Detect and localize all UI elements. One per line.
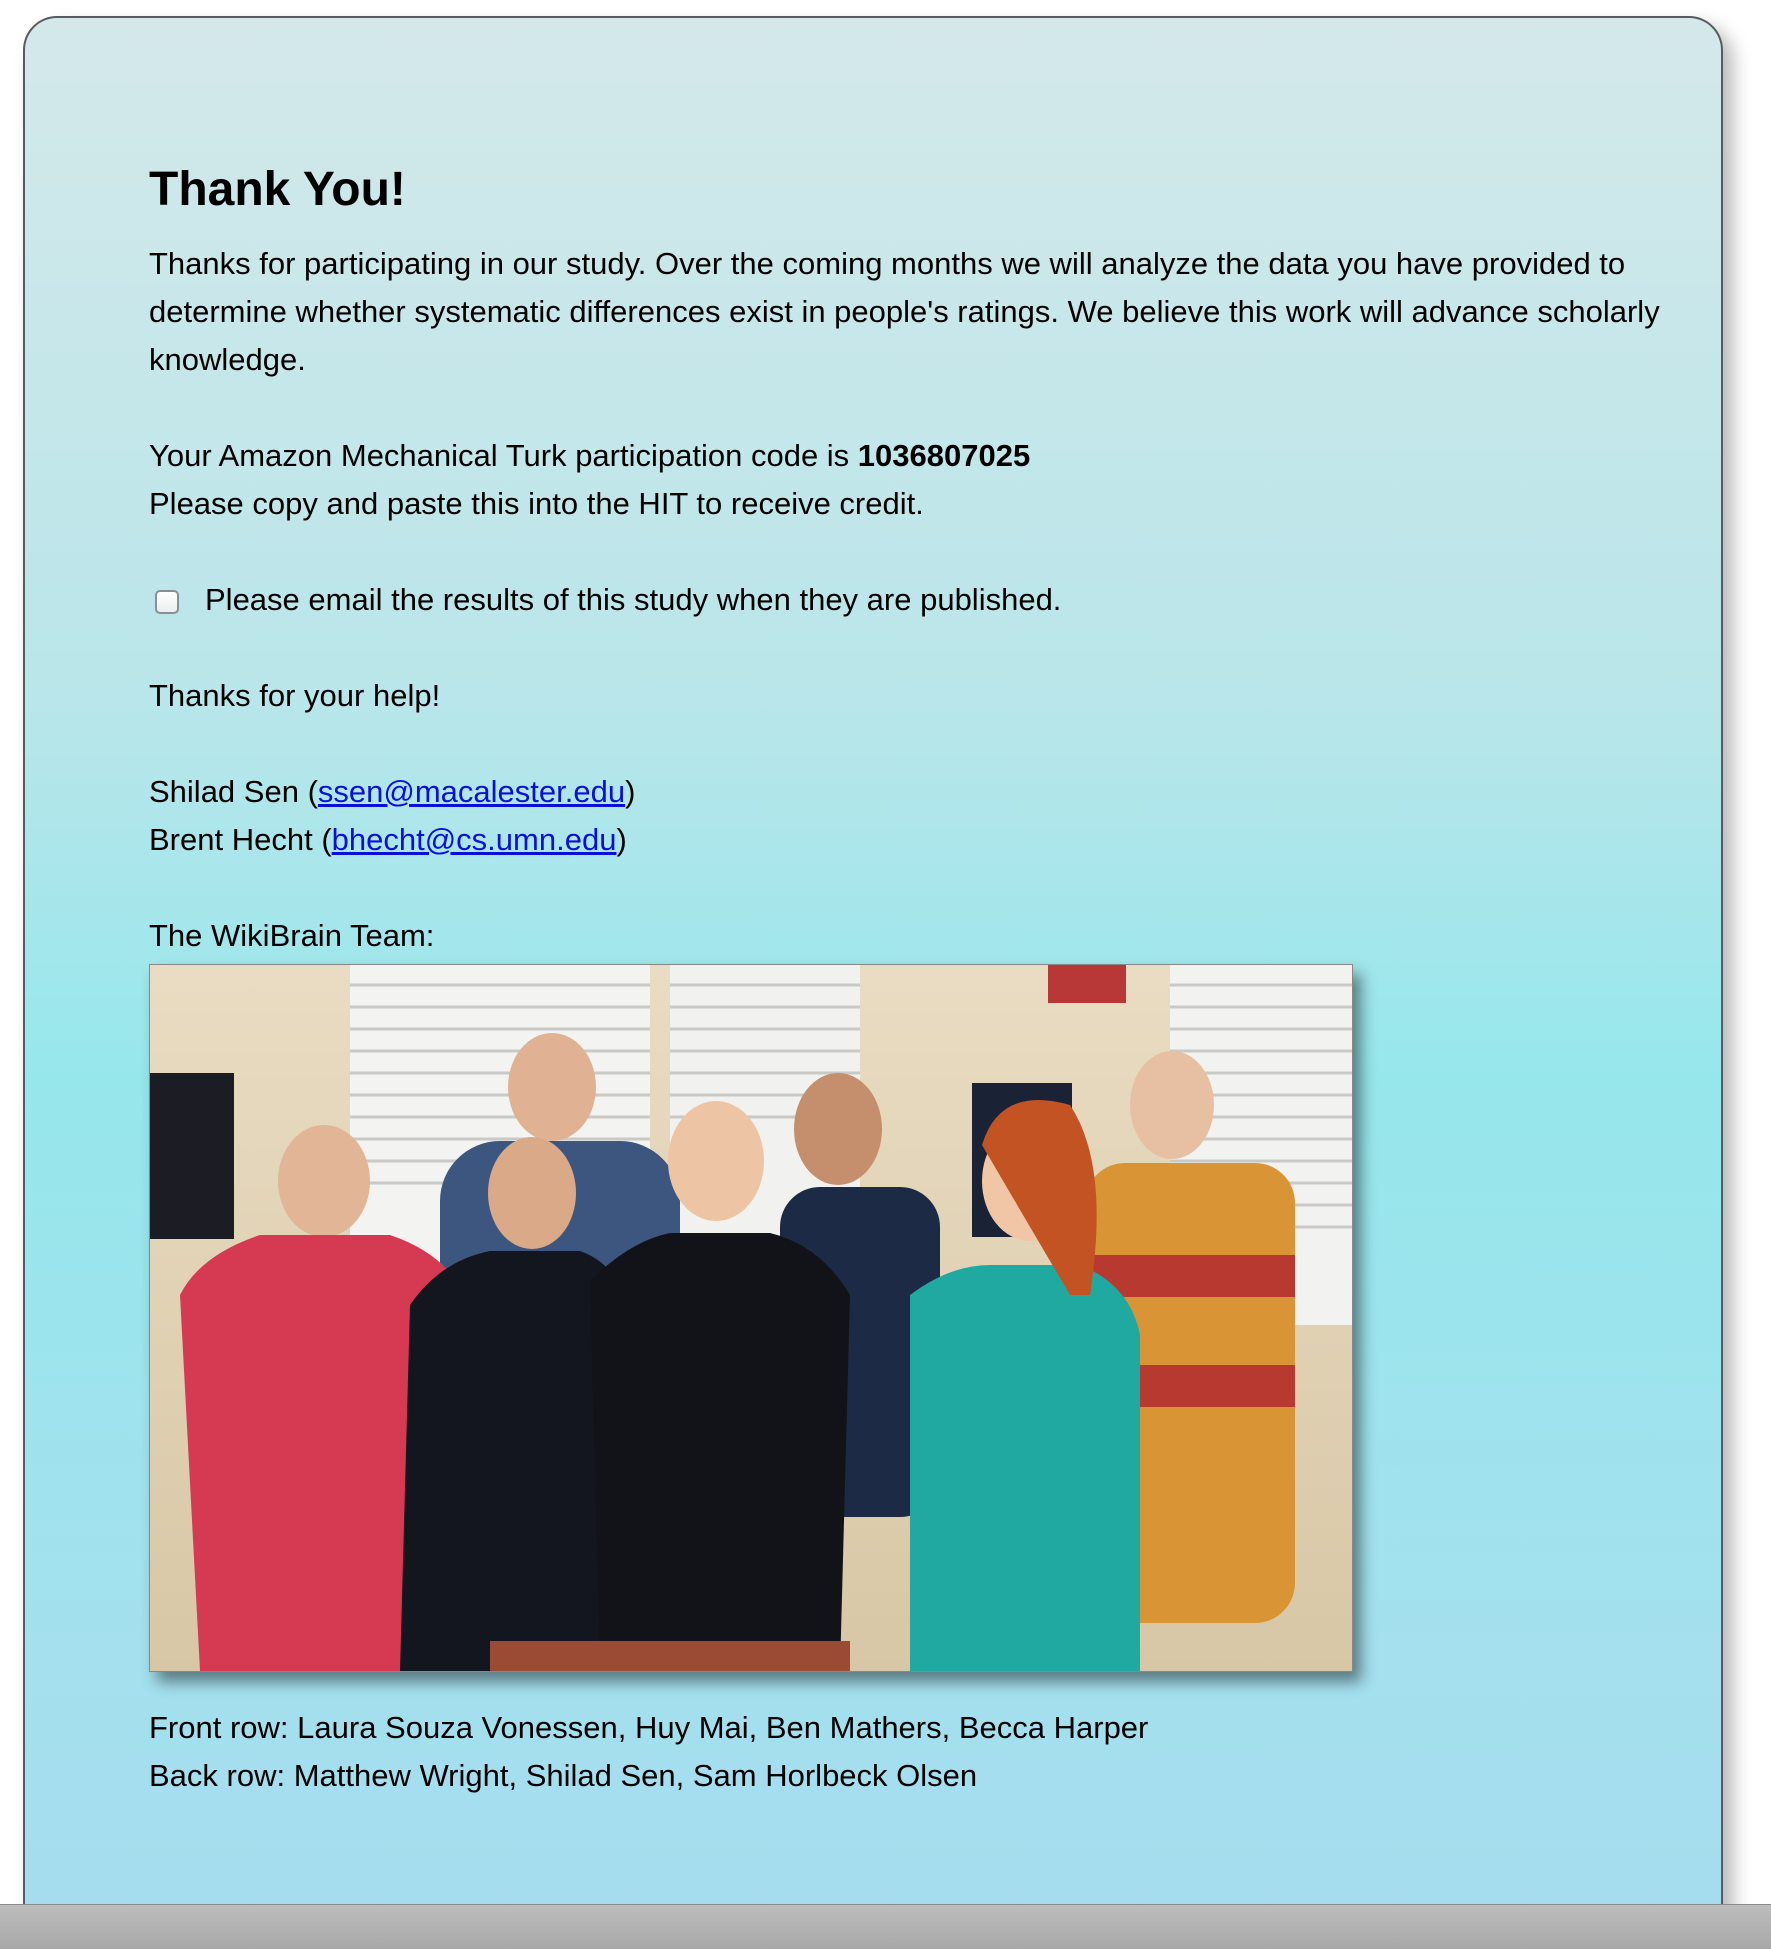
thank-you-panel: Thank You! Thanks for participating in o… (23, 16, 1723, 1946)
contact-brent: Brent Hecht (bhecht@cs.umn.edu) (149, 822, 627, 857)
intro-paragraph: Thanks for participating in our study. O… (149, 246, 1660, 377)
page-title: Thank You! (149, 163, 406, 216)
contact-shilad: Shilad Sen (ssen@macalester.edu) (149, 774, 636, 809)
email-results-option[interactable]: Please email the results of this study w… (149, 576, 1669, 624)
team-label: The WikiBrain Team: (149, 918, 435, 953)
participation-code-prefix: Your Amazon Mechanical Turk participatio… (149, 438, 858, 473)
window-bottom-bar (0, 1904, 1771, 1949)
participation-code-instructions: Please copy and paste this into the HIT … (149, 486, 924, 521)
photo-caption-back: Back row: Matthew Wright, Shilad Sen, Sa… (149, 1758, 978, 1793)
email-results-label: Please email the results of this study w… (205, 582, 1062, 617)
participation-code-block: Your Amazon Mechanical Turk participatio… (149, 432, 1669, 528)
contact-name: Shilad Sen (149, 774, 299, 809)
team-photo (149, 964, 1353, 1672)
main-content: Thank You! Thanks for participating in o… (149, 162, 1669, 1800)
photo-caption-front: Front row: Laura Souza Vonessen, Huy Mai… (149, 1710, 1149, 1745)
contact-email-link[interactable]: bhecht@cs.umn.edu (332, 822, 617, 857)
participation-code-value[interactable]: 1036807025 (858, 438, 1030, 473)
participation-code-line: Your Amazon Mechanical Turk participatio… (149, 432, 1669, 480)
email-results-checkbox[interactable] (155, 590, 179, 614)
contact-name: Brent Hecht (149, 822, 313, 857)
contact-email-link[interactable]: ssen@macalester.edu (318, 774, 625, 809)
contact-list: Shilad Sen (ssen@macalester.edu) Brent H… (149, 768, 1669, 864)
thanks-message: Thanks for your help! (149, 678, 441, 713)
